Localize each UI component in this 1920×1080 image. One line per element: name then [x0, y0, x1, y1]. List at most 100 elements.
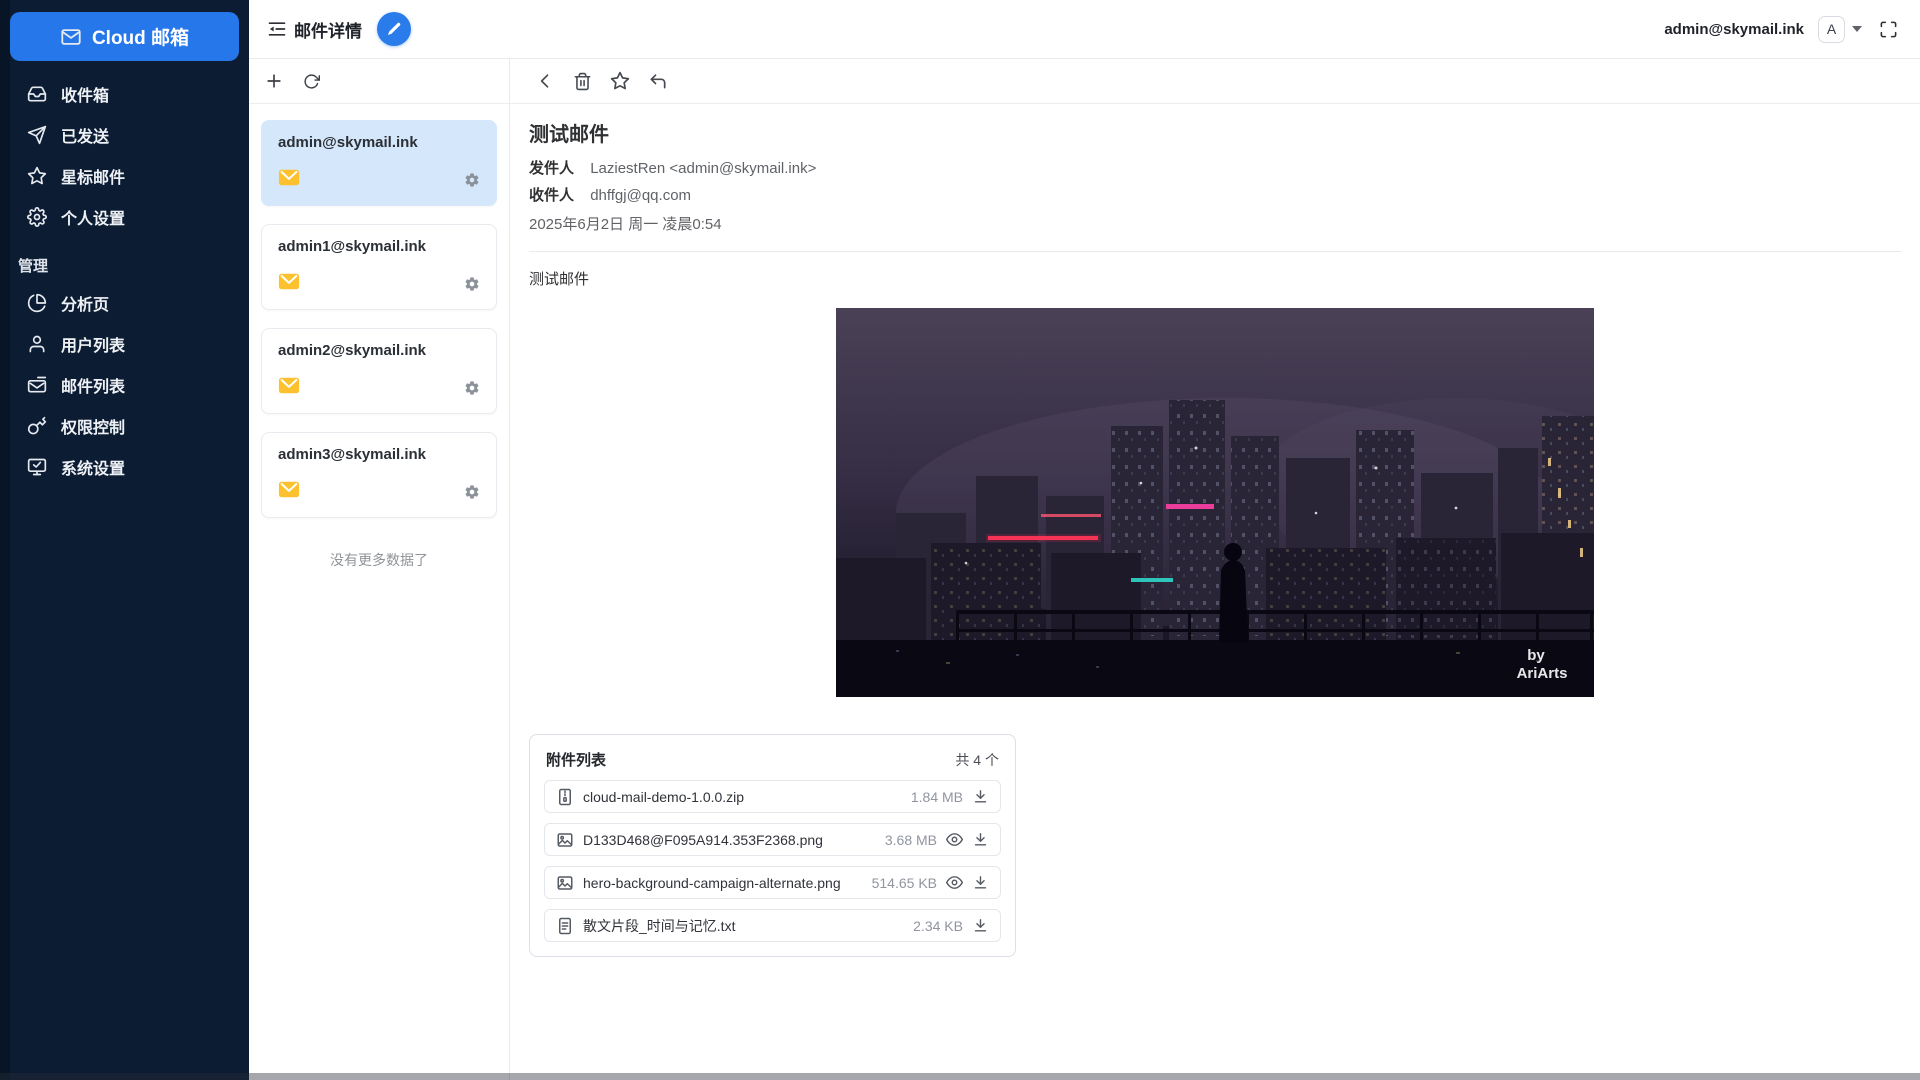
- account-settings-gear-icon[interactable]: [464, 380, 480, 396]
- account-card[interactable]: admin1@skymail.ink: [261, 224, 497, 310]
- account-settings-gear-icon[interactable]: [464, 484, 480, 500]
- mail-logo-icon: [60, 26, 82, 48]
- sidebar-item-user-list[interactable]: 用户列表: [0, 323, 249, 364]
- mail-meta: 发件人 LaziestRen <admin@skymail.ink> 收件人 d…: [529, 159, 1901, 234]
- attachments-panel: 附件列表 共 4 个 cloud-mail-demo-1.0.0.zip 1.8…: [529, 734, 1016, 957]
- account-card-email: admin3@skymail.ink: [278, 446, 480, 463]
- preview-eye-icon[interactable]: [946, 831, 963, 848]
- account-card[interactable]: admin@skymail.ink: [261, 120, 497, 206]
- sidebar-item-label: 权限控制: [61, 414, 125, 438]
- account-card[interactable]: admin3@skymail.ink: [261, 432, 497, 518]
- account-card-email: admin2@skymail.ink: [278, 342, 480, 359]
- refresh-icon[interactable]: [303, 73, 320, 90]
- attachment-row: D133D468@F095A914.353F2368.png 3.68 MB: [544, 823, 1001, 856]
- back-icon[interactable]: [535, 71, 555, 91]
- trash-icon[interactable]: [573, 72, 592, 91]
- sidebar-item-permissions[interactable]: 权限控制: [0, 405, 249, 446]
- mail-folder-icon: [278, 480, 300, 504]
- download-icon[interactable]: [972, 831, 989, 848]
- reply-icon[interactable]: [648, 71, 668, 91]
- account-settings-gear-icon[interactable]: [464, 276, 480, 292]
- sidebar-item-label: 个人设置: [61, 205, 125, 229]
- attachment-row: hero-background-campaign-alternate.png 5…: [544, 866, 1001, 899]
- to-label: 收件人: [529, 187, 574, 204]
- from-value: LaziestRen <admin@skymail.ink>: [590, 160, 816, 177]
- attachments-title: 附件列表: [546, 749, 606, 770]
- attachment-size: 3.68 MB: [885, 832, 937, 848]
- add-account-icon[interactable]: [264, 71, 284, 91]
- top-header: 邮件详情 admin@skymail.ink A: [249, 0, 1920, 59]
- mail-body-text: 测试邮件: [529, 268, 1901, 289]
- attachment-name: hero-background-campaign-alternate.png: [583, 875, 841, 891]
- user-icon: [27, 334, 47, 354]
- account-card[interactable]: admin2@skymail.ink: [261, 328, 497, 414]
- sidebar-item-label: 分析页: [61, 291, 109, 315]
- to-value: dhffgj@qq.com: [590, 187, 691, 204]
- sidebar-item-mail-list[interactable]: 邮件列表: [0, 364, 249, 405]
- sidebar-item-label: 系统设置: [61, 455, 125, 479]
- sidebar-nav: 收件箱 已发送 星标邮件 个人设置 管理: [0, 73, 249, 487]
- attachment-name: cloud-mail-demo-1.0.0.zip: [583, 789, 744, 805]
- sidebar-item-label: 收件箱: [61, 82, 109, 106]
- bottom-edge-strip: [0, 1073, 1920, 1080]
- key-icon: [27, 416, 47, 436]
- image-file-icon: [556, 874, 574, 892]
- image-credit-line1: by: [1527, 647, 1545, 664]
- sidebar-item-label: 星标邮件: [61, 164, 125, 188]
- sidebar-rail: [0, 0, 10, 1080]
- mail-list-icon: [27, 375, 47, 395]
- mail-folder-icon: [278, 272, 300, 296]
- attachment-size: 514.65 KB: [872, 875, 937, 891]
- download-icon[interactable]: [972, 917, 989, 934]
- sidebar-item-label: 已发送: [61, 123, 109, 147]
- sidebar-item-label: 用户列表: [61, 332, 125, 356]
- account-settings-gear-icon[interactable]: [464, 172, 480, 188]
- sidebar-item-sent[interactable]: 已发送: [0, 114, 249, 155]
- account-email-text[interactable]: admin@skymail.ink: [1664, 21, 1804, 38]
- mail-subject: 测试邮件: [529, 118, 1901, 147]
- sidebar-item-personal-settings[interactable]: 个人设置: [0, 196, 249, 237]
- zip-file-icon: [556, 788, 574, 806]
- from-label: 发件人: [529, 160, 574, 177]
- app-root: Cloud 邮箱 收件箱 已发送 星标邮件: [0, 0, 1920, 1080]
- avatar[interactable]: A: [1818, 16, 1845, 43]
- attachment-row: cloud-mail-demo-1.0.0.zip 1.84 MB: [544, 780, 1001, 813]
- sidebar-fold-icon[interactable]: [267, 19, 287, 39]
- logo-button[interactable]: Cloud 邮箱: [10, 12, 239, 61]
- fullscreen-icon[interactable]: [1879, 20, 1898, 39]
- monitor-check-icon: [27, 457, 47, 477]
- image-file-icon: [556, 831, 574, 849]
- chevron-down-icon[interactable]: [1852, 26, 1862, 32]
- attachment-size: 2.34 KB: [913, 918, 963, 934]
- compose-button[interactable]: [377, 12, 411, 46]
- mail-inline-image: by AriArts: [836, 308, 1594, 697]
- attachment-size: 1.84 MB: [911, 789, 963, 805]
- sidebar: Cloud 邮箱 收件箱 已发送 星标邮件: [0, 0, 249, 1080]
- gear-icon: [27, 207, 47, 227]
- sidebar-item-starred[interactable]: 星标邮件: [0, 155, 249, 196]
- text-file-icon: [556, 917, 574, 935]
- star-icon: [27, 166, 47, 186]
- sidebar-item-analytics[interactable]: 分析页: [0, 282, 249, 323]
- attachment-name: D133D468@F095A914.353F2368.png: [583, 832, 823, 848]
- account-list-panel: admin@skymail.ink admin1@skymail.ink: [249, 59, 510, 1080]
- account-list-toolbar: [249, 59, 509, 104]
- mail-date: 2025年6月2日 周一 凌晨0:54: [529, 213, 1901, 234]
- star-mail-icon[interactable]: [610, 71, 630, 91]
- sidebar-item-inbox[interactable]: 收件箱: [0, 73, 249, 114]
- download-icon[interactable]: [972, 874, 989, 891]
- account-card-email: admin1@skymail.ink: [278, 238, 480, 255]
- logo-label: Cloud 邮箱: [92, 23, 189, 50]
- sidebar-item-system-settings[interactable]: 系统设置: [0, 446, 249, 487]
- account-card-email: admin@skymail.ink: [278, 134, 480, 151]
- download-icon[interactable]: [972, 788, 989, 805]
- image-credit-line2: AriArts: [1517, 665, 1568, 682]
- preview-eye-icon[interactable]: [946, 874, 963, 891]
- account-cards: admin@skymail.ink admin1@skymail.ink: [249, 104, 509, 536]
- no-more-data-text: 没有更多数据了: [249, 550, 509, 570]
- sidebar-section-admin: 管理: [18, 255, 249, 276]
- attachment-name: 散文片段_时间与记忆.txt: [583, 916, 735, 936]
- pencil-icon: [386, 21, 402, 37]
- sidebar-item-label: 邮件列表: [61, 373, 125, 397]
- attachment-row: 散文片段_时间与记忆.txt 2.34 KB: [544, 909, 1001, 942]
